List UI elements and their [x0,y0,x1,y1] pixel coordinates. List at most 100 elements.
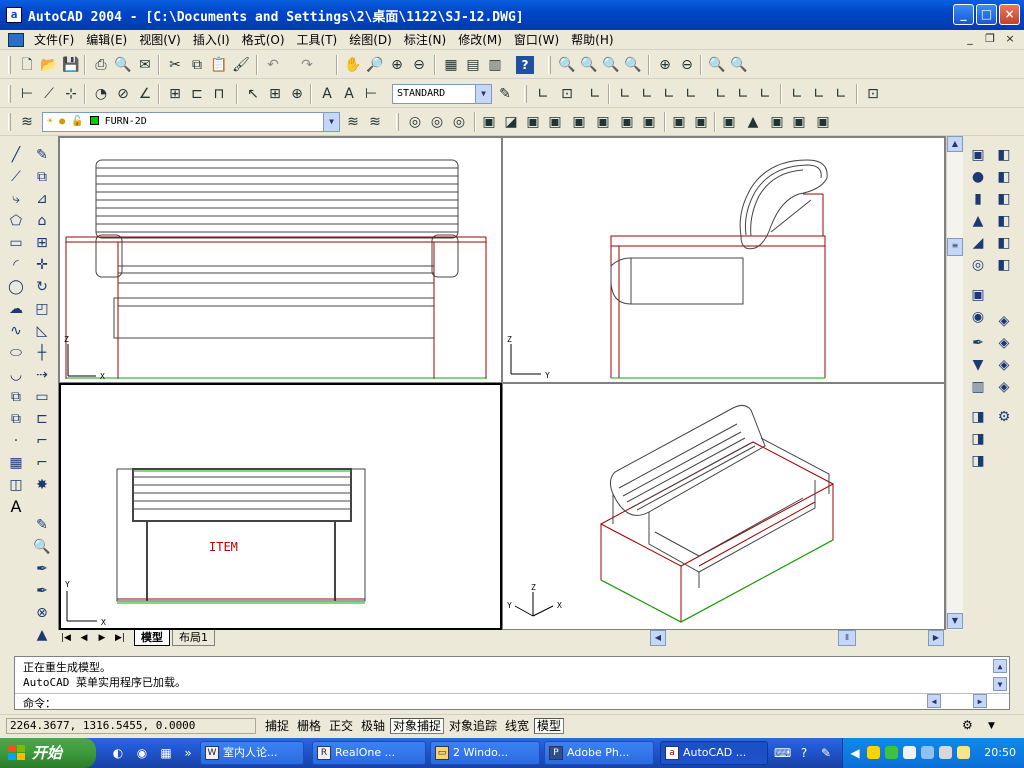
radius-dimension-icon[interactable]: ◔ [92,85,110,103]
zoom-window-icon[interactable]: ⊕ [388,56,406,74]
menu-format[interactable]: 格式(O) [236,31,291,48]
shade-icon[interactable]: ▣ [720,113,738,131]
polygon-icon[interactable]: ⬠ [6,211,26,231]
nw-isometric-icon[interactable]: ◈ [994,377,1014,397]
inquiry-distance-icon[interactable]: ✎ [32,515,52,535]
solid-section-icon[interactable]: ▼ [968,355,988,375]
chevron-down-icon[interactable]: ▼ [323,113,339,131]
orbit-icon[interactable]: ◎ [406,113,424,131]
solid-cylinder-icon[interactable]: ▮ [968,189,988,209]
baseline-dimension-icon[interactable]: ⊏ [188,85,206,103]
rectangle-icon[interactable]: ▭ [6,233,26,253]
revolve-icon[interactable]: ▣ [640,113,658,131]
zoom-window-2-icon[interactable]: 🔍 [558,56,576,74]
quicklaunch-browser-icon[interactable]: ◉ [134,745,150,761]
help-tray-icon[interactable]: ? [796,745,812,761]
solid-box-icon[interactable]: ▣ [968,145,988,165]
toolbar-grip[interactable] [396,113,399,131]
taskbar-button-autocad[interactable]: a AutoCAD ... [660,741,768,765]
menu-dimension[interactable]: 标注(N) [398,31,452,48]
scroll-right-icon[interactable]: ▶ [928,630,944,646]
render-preview-icon[interactable]: ▲ [32,625,52,645]
scroll-thumb[interactable]: ≡ [947,238,963,256]
dimension-edit-icon[interactable]: A [318,85,336,103]
constrained-orbit-icon[interactable]: ◎ [428,113,446,131]
taskbar-button-photoshop[interactable]: P Adobe Ph... [544,741,654,765]
solid-cone-icon[interactable]: ▲ [968,211,988,231]
point-icon[interactable]: · [6,431,26,451]
layer-lock-icon[interactable]: 🔓 [71,116,83,127]
toolbar-grip[interactable] [548,56,551,74]
circle-icon[interactable]: ◯ [6,277,26,297]
setup-profile-icon[interactable]: ◨ [968,451,988,471]
command-scroll-right-icon[interactable]: ▶ [973,694,987,708]
tolerance-icon[interactable]: ⊞ [266,85,284,103]
communication-center-icon[interactable]: ⚙ [962,718,976,734]
offset-icon[interactable]: ⌂ [32,211,52,231]
solid-sphere-icon[interactable]: ● [968,167,988,187]
break-icon[interactable]: ⊏ [32,409,52,429]
rotate-icon[interactable]: ↻ [32,277,52,297]
view-front-icon[interactable]: ◧ [994,233,1014,253]
vertical-scrollbar[interactable]: ▲ ≡ ▼ [946,136,963,630]
ucs-display-icon[interactable]: ⊡ [558,85,576,103]
render-icon[interactable]: ▲ [744,113,762,131]
wedge-icon[interactable]: ◪ [502,113,520,131]
horizontal-scroll-thumb[interactable]: ⦀ [838,630,856,646]
make-object-layer-current-icon[interactable]: ≋ [344,113,362,131]
status-menu-icon[interactable]: ▼ [988,718,1000,734]
view-left-icon[interactable]: ◧ [994,189,1014,209]
camera-icon[interactable]: ⚙ [994,407,1014,427]
toolbar-grip[interactable] [8,113,11,131]
leader-icon[interactable]: ↖ [244,85,262,103]
insert-block-icon[interactable]: ⧉ [6,387,26,407]
quicklaunch-desktop-icon[interactable]: ▦ [158,745,174,761]
ellipse-icon[interactable]: ⬭ [6,343,26,363]
dimension-style-icon[interactable]: ✎ [496,85,514,103]
menu-tools[interactable]: 工具(T) [291,31,344,48]
open-file-icon[interactable]: 📂 [40,56,58,74]
zoom-scale-icon[interactable]: 🔍 [602,56,620,74]
sphere-icon[interactable]: ▣ [546,113,564,131]
solid-interfere-icon[interactable]: ▥ [968,377,988,397]
command-input[interactable]: 命令： [15,693,1009,710]
plot-preview-icon[interactable]: 🔍 [114,56,132,74]
materials-icon[interactable]: ▣ [790,113,808,131]
usb-icon[interactable] [939,746,952,759]
iso-viewport[interactable]: Z Y X [502,383,945,630]
start-button[interactable]: 开始 [0,738,96,768]
command-scroll-up-icon[interactable]: ▲ [993,659,1007,673]
dimension-style-select[interactable]: STANDARD ▼ [392,84,492,104]
explode-icon[interactable]: ✸ [32,475,52,495]
last-tab-icon[interactable]: ▶| [112,631,128,645]
zoom-out-icon[interactable]: ⊖ [678,56,696,74]
scroll-up-icon[interactable]: ▲ [947,136,963,152]
front-viewport[interactable]: Z X [59,137,502,383]
menu-edit[interactable]: 编辑(E) [80,31,133,48]
dimension-text-edit-icon[interactable]: A [340,85,358,103]
view-right-icon[interactable]: ◧ [994,211,1014,231]
copy-icon[interactable]: ⧉ [188,56,206,74]
antivirus-icon[interactable] [921,746,934,759]
chevron-down-icon[interactable]: ▼ [475,85,491,103]
dimension-update-icon[interactable]: ⊢ [362,85,380,103]
inquiry-area-icon[interactable]: 🔍 [32,537,52,557]
construction-line-icon[interactable]: ⟋ [6,167,26,187]
ucs-world-icon[interactable]: ∟ [616,85,634,103]
aligned-dimension-icon[interactable]: ⟋ [40,85,58,103]
side-viewport[interactable]: Z Y [502,137,945,383]
extrude-icon[interactable]: ▣ [618,113,636,131]
region-icon[interactable]: ◫ [6,475,26,495]
hatch-icon[interactable]: ▦ [6,453,26,473]
scale-icon[interactable]: ◰ [32,299,52,319]
messenger-icon[interactable] [957,746,970,759]
zoom-dynamic-icon[interactable]: 🔍 [580,56,598,74]
linear-dimension-icon[interactable]: ⊢ [18,85,36,103]
ucs-object-icon[interactable]: ∟ [638,85,656,103]
arc-icon[interactable]: ◜ [6,255,26,275]
save-icon[interactable]: 💾 [62,56,80,74]
tab-layout1[interactable]: 布局1 [172,630,215,646]
ne-isometric-icon[interactable]: ◈ [994,355,1014,375]
close-button[interactable]: × [999,4,1020,25]
qq-icon[interactable] [867,746,880,759]
